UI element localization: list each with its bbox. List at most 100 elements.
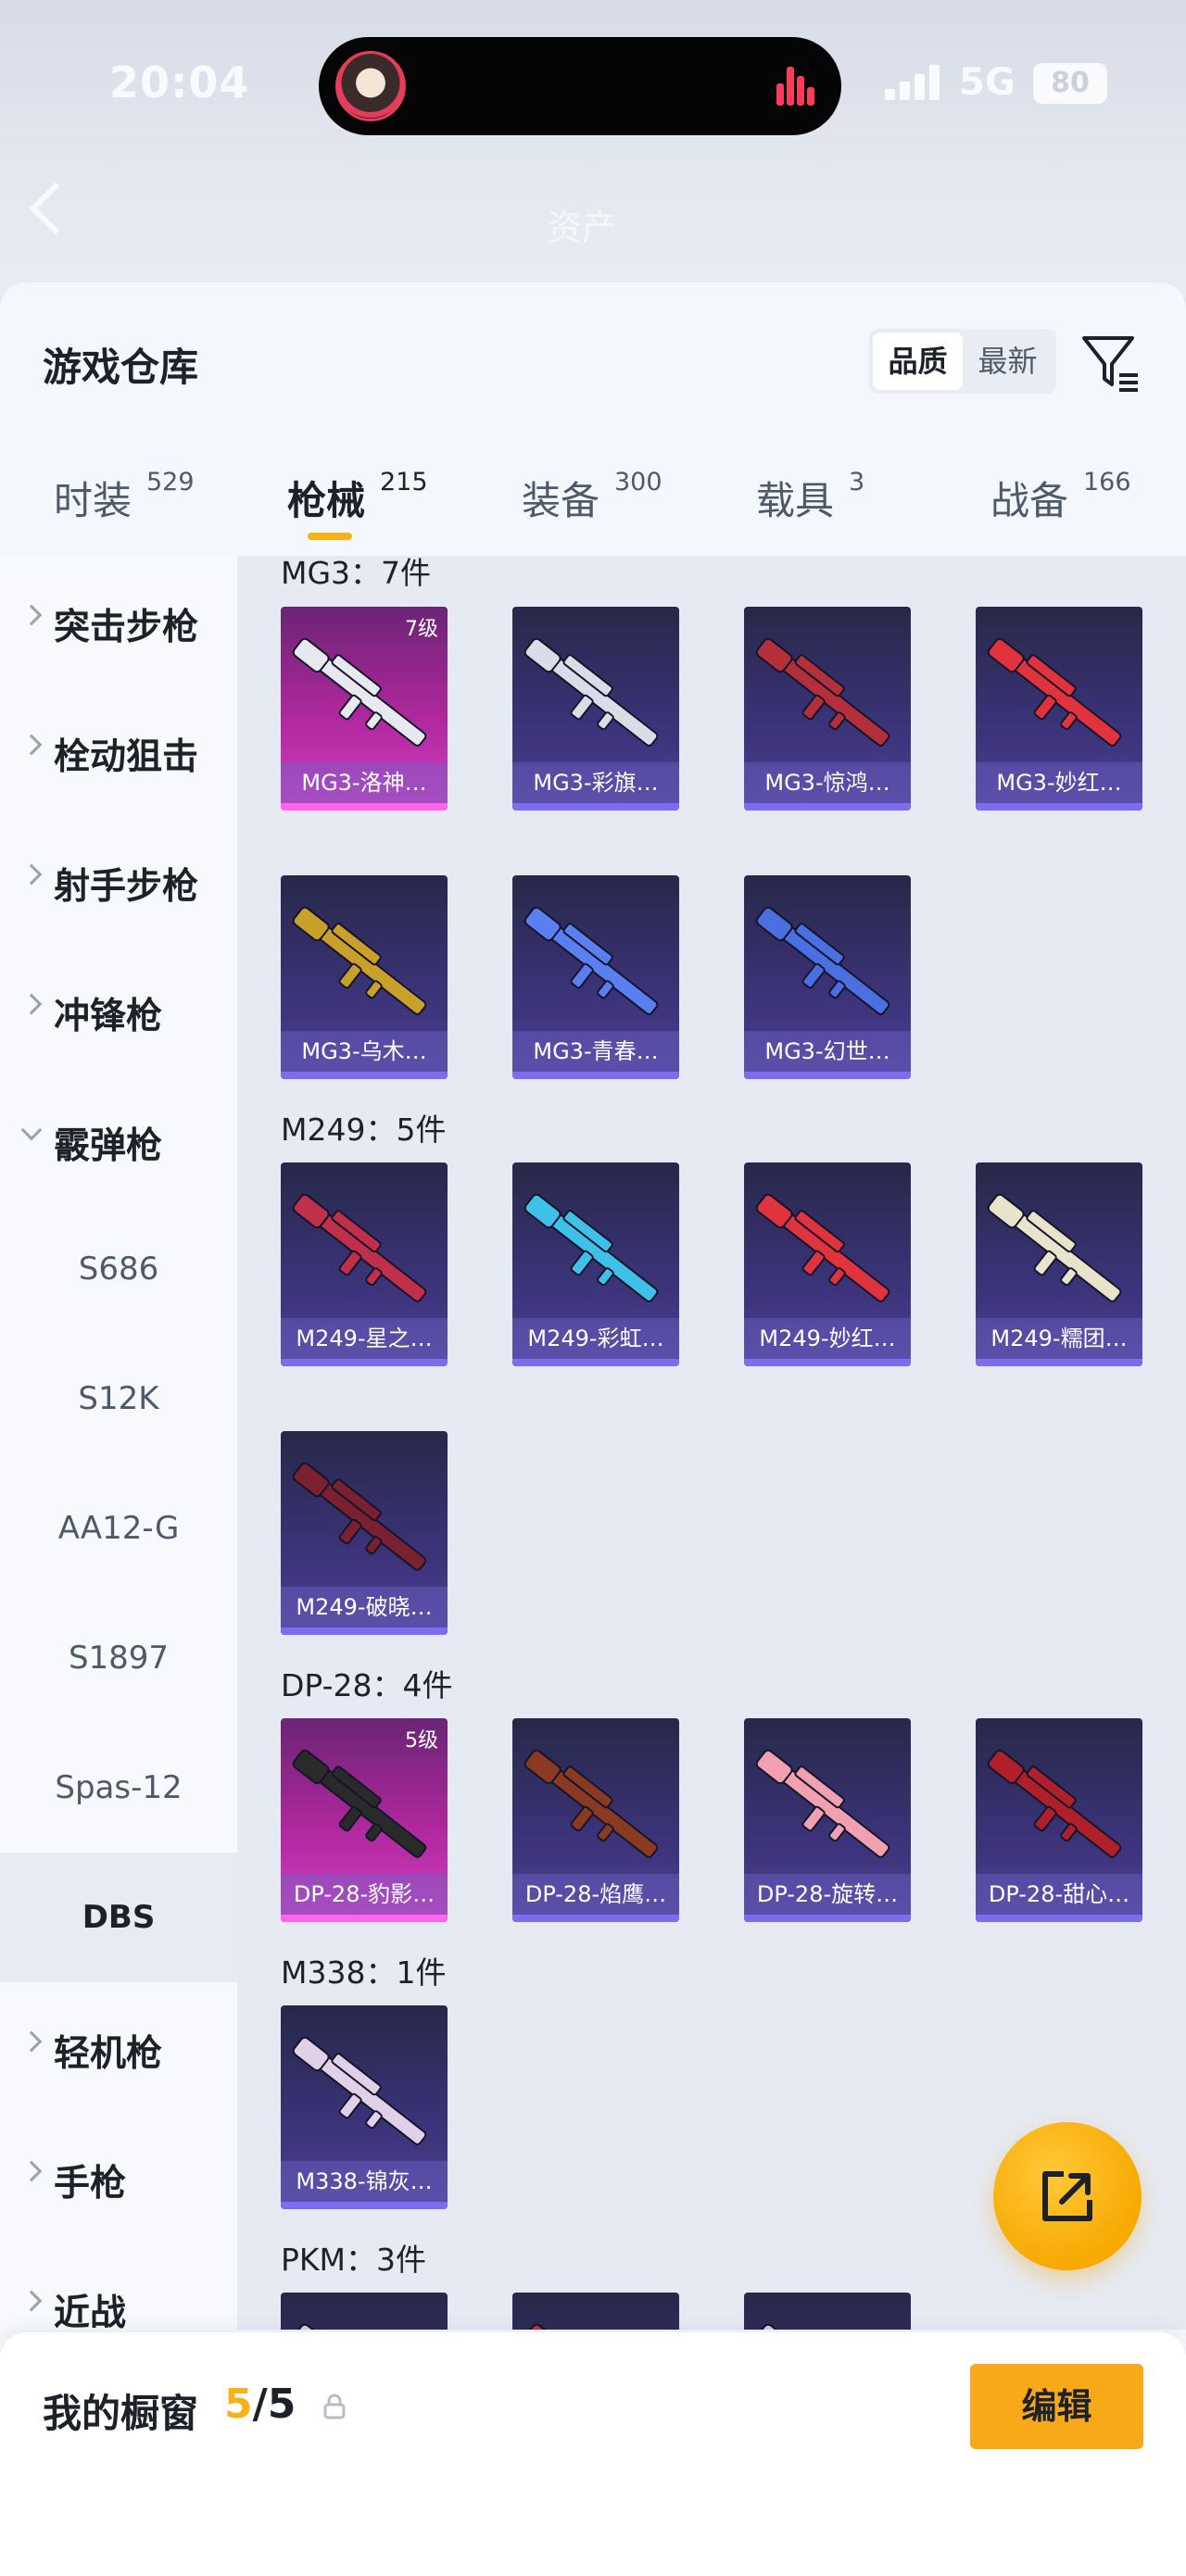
skin-card[interactable]: M249-彩虹…	[512, 1162, 679, 1366]
skin-card[interactable]: M338-锦灰…	[281, 2005, 448, 2209]
skin-card[interactable]: M249-破晓…	[281, 1431, 448, 1635]
skin-card[interactable]: DP-28-旋转…	[744, 1718, 911, 1922]
sort-latest-button[interactable]: 最新	[963, 333, 1053, 390]
tab-count: 3	[849, 468, 865, 496]
skin-card[interactable]: M249-星之…	[281, 1162, 448, 1366]
chevron-right-icon	[20, 604, 43, 626]
gun-skin-image	[755, 2323, 793, 2330]
card-name: MG3-妙红…	[976, 762, 1142, 803]
tab-label: 时装	[54, 478, 132, 523]
sidebar-item-assault-rifle[interactable]: 突击步枪	[0, 556, 237, 685]
gun-skin-image	[987, 637, 1122, 747]
showcase-count: 5/5	[224, 2381, 296, 2428]
skin-card[interactable]: 5级 DP-28-豹影…	[281, 1718, 448, 1922]
card-name: MG3-惊鸿…	[744, 762, 911, 803]
tab-label: 载具	[756, 478, 835, 523]
network-label: 5G	[959, 61, 1016, 104]
gun-skin-image	[292, 1462, 427, 1571]
card-name: M249-彩虹…	[512, 1318, 679, 1359]
category-tabs: 时装 529 枪械 215 装备 300 载具 3 战备 166	[0, 440, 1186, 556]
showcase-count-total: /5	[252, 2381, 296, 2428]
sidebar-subitem-s12k[interactable]: S12K	[0, 1334, 237, 1464]
sidebar-item-pistol[interactable]: 手枪	[0, 2112, 237, 2242]
sort-quality-button[interactable]: 品质	[873, 333, 963, 390]
page-title: 游戏仓库	[43, 345, 199, 390]
sidebar-subitem-s686[interactable]: S686	[0, 1204, 237, 1334]
skin-card[interactable]: MG3-妙红…	[976, 607, 1142, 810]
gun-skin-image	[292, 637, 427, 747]
gun-skin-image	[292, 1193, 427, 1302]
gun-skin-image	[292, 1749, 427, 1858]
active-tab-indicator	[308, 533, 352, 540]
weapon-skin-list: MG3：7件 7级 MG3-洛神… MG3-彩旗… MG3-惊鸿… MG3-妙红…	[237, 556, 1186, 2330]
sidebar-subitem-s1897[interactable]: S1897	[0, 1593, 237, 1723]
skin-card[interactable]: DP-28-焰鹰…	[512, 1718, 679, 1922]
edit-button[interactable]: 编辑	[970, 2364, 1143, 2449]
sort-toggle: 品质 最新	[869, 329, 1056, 394]
sidebar-item-label: 近战	[54, 2293, 127, 2334]
sidebar-item-label: 射手步枪	[54, 866, 199, 908]
skin-card[interactable]	[744, 2293, 911, 2330]
card-name: MG3-幻世…	[744, 1031, 911, 1072]
card-name: M249-星之…	[281, 1318, 448, 1359]
skin-card[interactable]: MG3-彩旗…	[512, 607, 679, 810]
sidebar-item-label: 霰弹枪	[54, 1125, 163, 1167]
background-app: 20:04 5G 80 资产	[0, 0, 1186, 296]
tab-label: 战备	[990, 478, 1069, 523]
card-name: M249-糯团…	[976, 1318, 1142, 1359]
card-name: MG3-乌木…	[281, 1031, 448, 1072]
card-level: 5级	[405, 1729, 438, 1753]
showcase-title: 我的橱窗	[43, 2391, 199, 2436]
weapon-category-sidebar: 突击步枪 栓动狙击 射手步枪 冲锋枪 霰弹枪 S686 S12K AA12-G …	[0, 556, 237, 2334]
sidebar-item-label: 冲锋枪	[54, 996, 163, 1037]
tab-count: 166	[1083, 468, 1131, 496]
sidebar-subitem-spas12[interactable]: Spas-12	[0, 1723, 237, 1853]
filter-icon[interactable]	[1077, 329, 1143, 396]
sidebar-subitem-dbs[interactable]: DBS	[0, 1853, 237, 1982]
share-button[interactable]	[993, 2122, 1142, 2270]
skin-card[interactable]: DP-28-甜心…	[976, 1718, 1142, 1922]
sidebar-item-bolt-sniper[interactable]: 栓动狙击	[0, 685, 237, 815]
skin-card[interactable]: MG3-乌木…	[281, 875, 448, 1079]
tab-label: 装备	[522, 478, 600, 523]
gun-skin-image	[524, 906, 659, 1015]
sidebar-subitem-aa12g[interactable]: AA12-G	[0, 1464, 237, 1593]
skin-card[interactable]	[281, 2293, 448, 2330]
sidebar-item-shotgun[interactable]: 霰弹枪	[0, 1074, 237, 1204]
skin-card[interactable]: M249-妙红…	[744, 1162, 911, 1366]
skin-card[interactable]: MG3-惊鸿…	[744, 607, 911, 810]
gun-skin-image	[755, 1749, 890, 1858]
gun-skin-image	[292, 906, 427, 1015]
status-time: 20:04	[109, 57, 250, 107]
sidebar-item-smg[interactable]: 冲锋枪	[0, 945, 237, 1074]
skin-card[interactable]: M249-糯团…	[976, 1162, 1142, 1366]
tab-count: 215	[380, 468, 428, 496]
gun-skin-image	[524, 2323, 561, 2330]
sidebar-item-marksman-rifle[interactable]: 射手步枪	[0, 815, 237, 945]
sidebar-item-lmg[interactable]: 轻机枪	[0, 1982, 237, 2112]
skin-card[interactable]: 7级 MG3-洛神…	[281, 607, 448, 810]
gun-skin-image	[755, 906, 890, 1015]
back-icon[interactable]	[29, 182, 82, 235]
skin-card[interactable]	[512, 2293, 679, 2330]
signal-icon	[885, 65, 940, 100]
tab-count: 529	[146, 468, 195, 496]
card-name: M249-妙红…	[744, 1318, 911, 1359]
gun-skin-image	[987, 1749, 1122, 1858]
skin-card[interactable]: MG3-青春…	[512, 875, 679, 1079]
gun-skin-image	[755, 637, 890, 747]
avatar	[335, 51, 406, 121]
showcase-bar: 我的橱窗 5/5 编辑	[0, 2332, 1186, 2576]
external-link-icon	[1042, 2171, 1092, 2221]
chevron-right-icon	[20, 2160, 43, 2182]
skin-card[interactable]: MG3-幻世…	[744, 875, 911, 1079]
card-name: MG3-洛神…	[281, 762, 448, 803]
sidebar-item-label: 栓动狙击	[54, 736, 199, 778]
chevron-right-icon	[20, 2030, 43, 2053]
group-title: M249：5件	[281, 1112, 447, 1148]
card-name: DP-28-豹影…	[281, 1874, 448, 1915]
chevron-down-icon	[20, 1119, 43, 1141]
card-name: MG3-青春…	[512, 1031, 679, 1072]
chevron-right-icon	[20, 734, 43, 756]
gun-skin-image	[524, 1193, 659, 1302]
